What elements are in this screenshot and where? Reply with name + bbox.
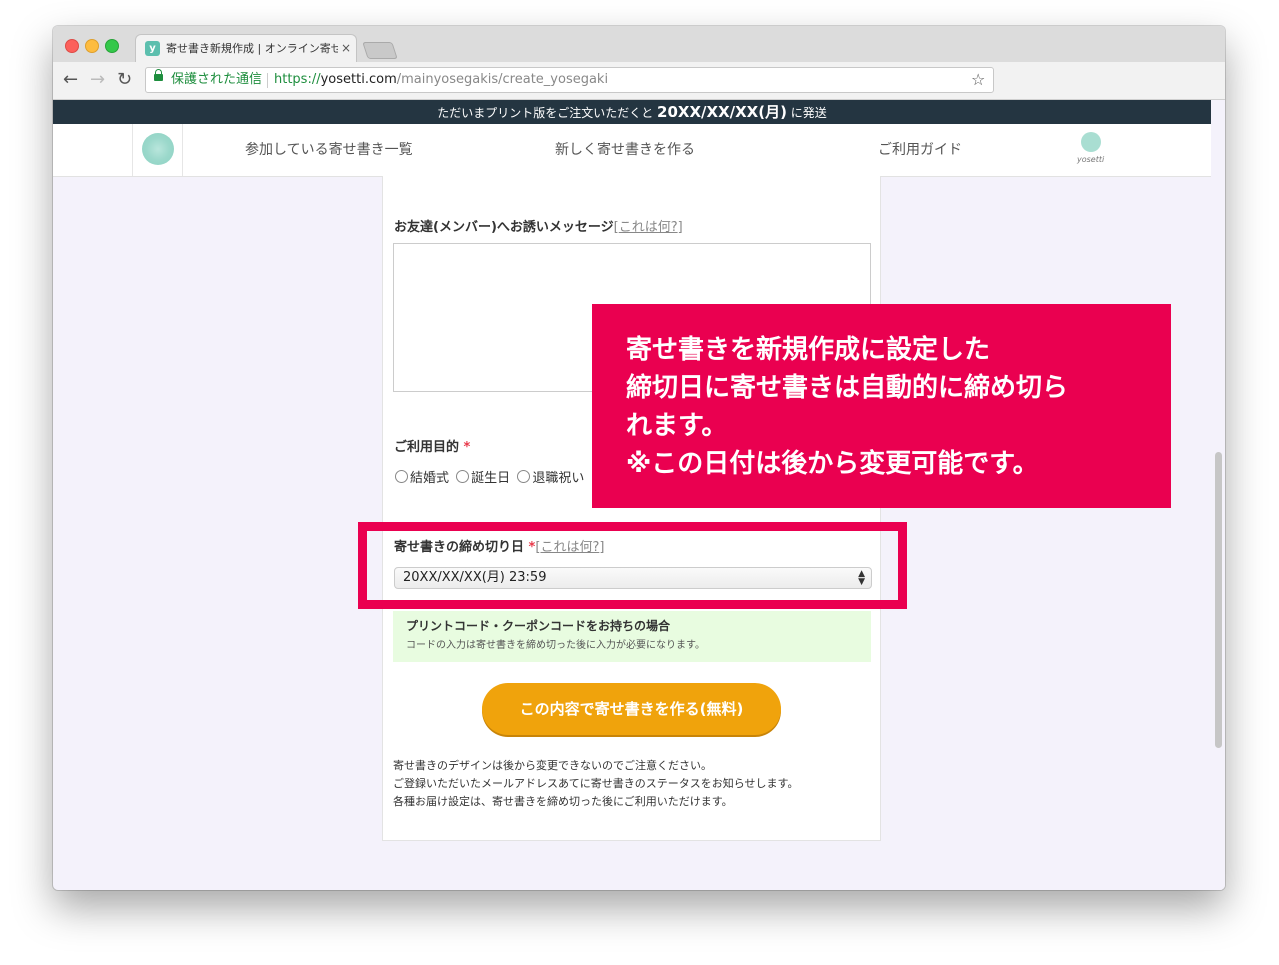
forward-icon[interactable]: → [90,70,105,90]
nav-create-yosegaki[interactable]: 新しく寄せ書きを作る [555,141,695,159]
deadline-highlight-frame [358,522,907,609]
invite-message-label: お友達(メンバー)へお誘いメッセージ[これは何?] [394,219,683,237]
browser-toolbar: ← → ↻ 保護された通信 https://yosetti.com/mainyo… [53,62,1225,100]
lock-icon [154,69,163,81]
purpose-label: ご利用目的 * [394,439,470,457]
radio-circle-icon [395,470,408,483]
site-favicon-icon: y [145,41,160,56]
browser-tab[interactable]: y 寄せ書き新規作成 | オンライン寄せ書き × [135,34,357,62]
reload-icon[interactable]: ↻ [117,70,132,90]
callout-line: 寄せ書きを新規作成に設定した [626,335,991,365]
banner-date: 20XX/XX/XX(月) [657,103,787,121]
secure-label: 保護された通信 [171,72,263,87]
brand-logo-icon[interactable] [1081,132,1101,152]
shipping-banner: ただいまプリント版をご注文いただくと 20XX/XX/XX(月) に発送 [53,100,1211,124]
purpose-radio-retirement[interactable]: 退職祝い [517,470,584,488]
note-line: ご登録いただいたメールアドレスあてに寄せ書きのステータスをお知らせします。 [393,777,799,790]
flower-logo-icon [142,133,174,165]
radio-label: 誕生日 [471,471,511,486]
brand-text: yosetti [1077,155,1105,164]
required-mark: * [463,440,471,455]
radio-circle-icon [456,470,470,483]
create-form-card: お友達(メンバー)へお誘いメッセージ[これは何?] ご利用目的 * 結婚式 誕生… [382,176,881,841]
page-scrollbar[interactable] [1211,100,1225,890]
nav-joined-yosegaki[interactable]: 参加している寄せ書き一覧 [245,141,413,159]
form-notes: 寄せ書きのデザインは後から変更できないのでご注意ください。 ご登録いただいたメー… [393,757,798,811]
purpose-label-text: ご利用目的 [394,440,460,455]
tab-bar: y 寄せ書き新規作成 | オンライン寄せ書き × [53,26,1225,62]
bracket-close: ] [677,220,683,235]
coupon-title[interactable]: プリントコード・クーポンコードをお持ちの場合 [406,618,670,634]
url-scheme: https:// [274,72,321,87]
url-text: https://yosetti.com/mainyosegakis/create… [274,72,608,88]
back-icon[interactable]: ← [63,70,78,90]
callout-line: ※この日付は後から変更可能です。 [626,449,1039,479]
callout-line: れます。 [626,411,728,441]
callout-line: 締切日に寄せ書きは自動的に締め切ら [626,373,1069,403]
site-header: 参加している寄せ書き一覧 新しく寄せ書きを作る ご利用ガイド yosetti [53,124,1211,177]
new-tab-button[interactable] [362,42,398,59]
radio-circle-icon [517,470,531,483]
coupon-note: コードの入力は寄せ書きを締め切った後に入力が必要になります。 [406,640,705,651]
address-separator [267,73,268,88]
radio-label: 結婚式 [410,471,450,486]
url-path: /mainyosegakis/create_yosegaki [396,72,609,87]
zoom-window-button[interactable] [105,39,119,53]
note-line: 各種お届け設定は、寄せ書きを締め切った後にご利用いただけます。 [393,795,733,808]
note-line: 寄せ書きのデザインは後から変更できないのでご注意ください。 [393,759,712,772]
nav-guide[interactable]: ご利用ガイド [878,141,962,159]
minimize-window-button[interactable] [85,39,99,53]
create-yosegaki-button[interactable]: この内容で寄せ書きを作る(無料) [482,683,781,735]
coupon-info-box: プリントコード・クーポンコードをお持ちの場合 コードの入力は寄せ書きを締め切った… [393,611,871,662]
bookmark-star-icon[interactable]: ☆ [971,70,985,90]
purpose-radio-wedding[interactable]: 結婚式 [395,470,449,488]
home-logo[interactable] [132,124,183,176]
tab-close-icon[interactable]: × [341,40,351,56]
invite-label-text: お友達(メンバー)へお誘いメッセージ [394,220,614,235]
banner-prefix: ただいまプリント版をご注文いただくと [437,106,654,120]
address-bar[interactable]: 保護された通信 https://yosetti.com/mainyosegaki… [145,67,994,93]
purpose-radio-group: 結婚式 誕生日 退職祝い [395,470,587,488]
purpose-radio-birthday[interactable]: 誕生日 [456,470,510,488]
callout-text: 寄せ書きを新規作成に設定した 締切日に寄せ書きは自動的に締め切ら れます。 ※こ… [626,331,1156,483]
tab-title: 寄せ書き新規作成 | オンライン寄せ書き [166,42,338,55]
banner-suffix: に発送 [790,106,827,120]
annotation-callout: 寄せ書きを新規作成に設定した 締切日に寄せ書きは自動的に締め切ら れます。 ※こ… [592,304,1171,508]
radio-label: 退職祝い [532,471,585,486]
url-host: yosetti.com [320,72,397,87]
scrollbar-thumb[interactable] [1215,452,1222,748]
close-window-button[interactable] [65,39,79,53]
invite-help-link[interactable]: これは何? [619,220,678,235]
